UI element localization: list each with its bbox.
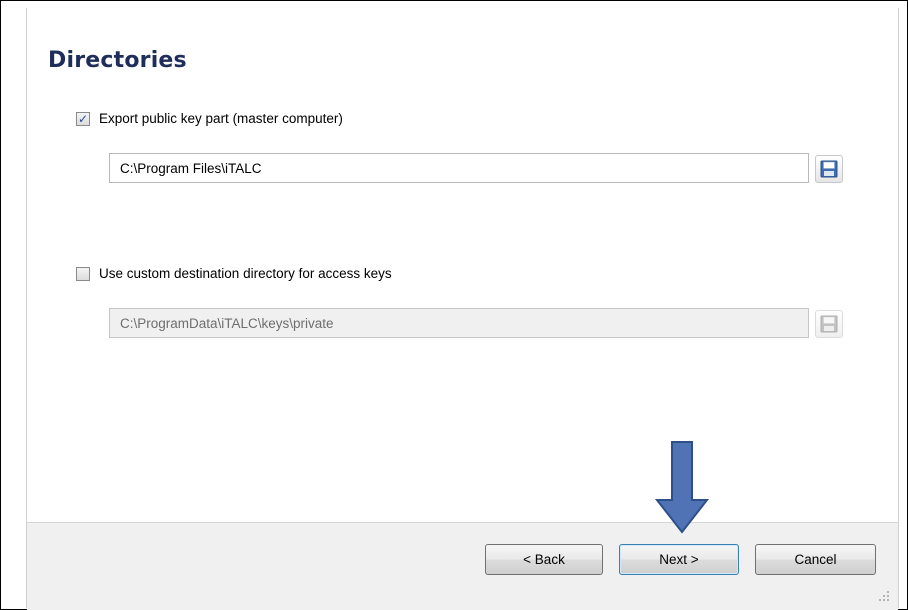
back-button[interactable]: < Back <box>485 544 603 575</box>
export-public-key-checkbox[interactable]: ✓ <box>76 111 90 126</box>
custom-destination-browse-button[interactable] <box>815 310 843 338</box>
wizard-window <box>0 0 908 610</box>
custom-destination-path-field[interactable]: C:\ProgramData\iTALC\keys\private <box>109 308 809 338</box>
resize-grip-icon[interactable] <box>878 590 890 602</box>
next-button[interactable]: Next > <box>619 544 739 575</box>
export-public-key-label: Export public key part (master computer) <box>99 111 343 126</box>
down-arrow-icon <box>654 441 710 534</box>
floppy-disk-icon <box>820 160 838 178</box>
custom-destination-row[interactable]: Use custom destination directory for acc… <box>76 266 392 281</box>
custom-destination-checkbox[interactable] <box>76 266 90 281</box>
export-public-key-row[interactable]: ✓ Export public key part (master compute… <box>76 111 343 126</box>
page-title: Directories <box>48 48 187 73</box>
export-path-field[interactable]: C:\Program Files\iTALC <box>109 153 809 183</box>
export-browse-button[interactable] <box>815 155 843 183</box>
cancel-button[interactable]: Cancel <box>755 544 876 575</box>
window-left-border <box>26 8 27 608</box>
custom-destination-label: Use custom destination directory for acc… <box>99 266 392 281</box>
floppy-disk-icon <box>820 315 838 333</box>
window-right-border <box>898 8 899 608</box>
